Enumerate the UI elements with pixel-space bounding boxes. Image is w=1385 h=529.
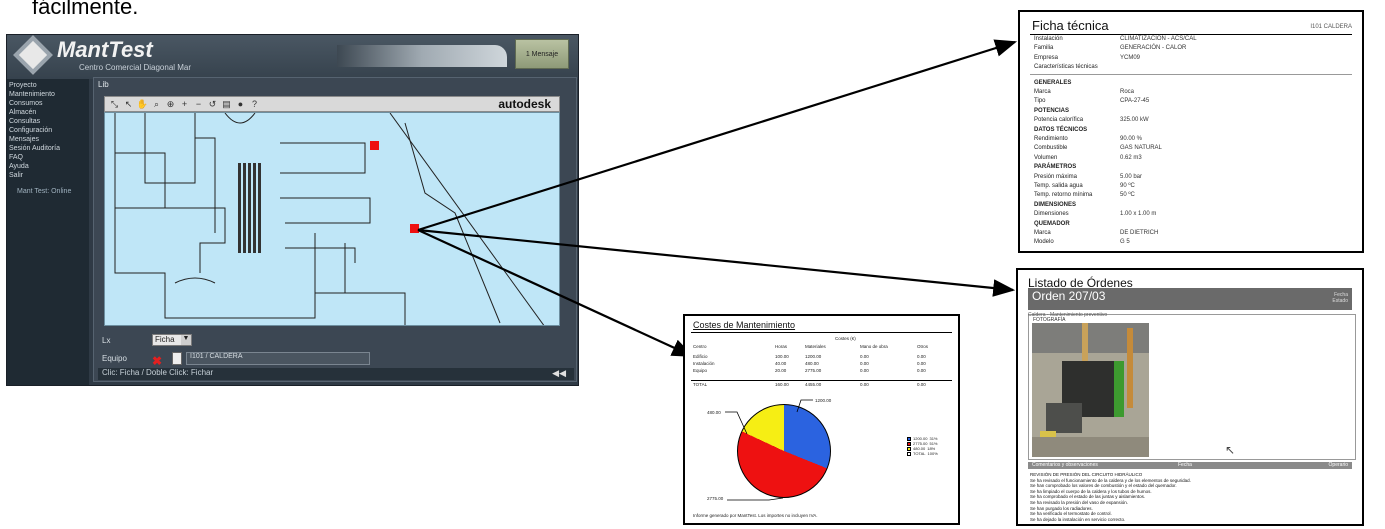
- note-line: REVISIÓN DE PRESIÓN DEL CIRCUITO HIDRÁUL…: [1030, 472, 1143, 477]
- ficha-row-label: Temp. salida agua: [1034, 183, 1083, 189]
- order-title: Orden 207/03: [1032, 289, 1106, 303]
- legend-swatch: [907, 451, 911, 456]
- notes-band: Comentarios y observaciones Fecha Operar…: [1028, 462, 1352, 469]
- ficha-row-label: DIMENSIONES: [1034, 201, 1077, 208]
- ficha-row-value: 50 ºC: [1120, 192, 1135, 199]
- arrow-to-ficha: [417, 39, 1018, 232]
- ficha-row-label: Marca: [1034, 89, 1051, 95]
- ficha-row-value: 90 ºC: [1120, 183, 1135, 189]
- ficha-rule-2: [1030, 74, 1352, 75]
- order-meta-2: Estado: [1332, 298, 1348, 304]
- note-line: Se han comprobado los valores de combust…: [1030, 483, 1177, 489]
- ficha-row-label: POTENCIAS: [1034, 107, 1070, 114]
- photo-box: FOTOGRAFÍA ↖: [1028, 314, 1356, 460]
- ficha-row-label: DATOS TÉCNICOS: [1034, 126, 1088, 133]
- note-line: Se ha limpiado el cuerpo de la caldera y…: [1030, 488, 1152, 494]
- note-line: Se ha comprobado el estado de las juntas…: [1030, 494, 1146, 500]
- arrow-to-costes: [417, 229, 694, 357]
- ficha-title: Ficha técnica: [1032, 18, 1109, 33]
- boiler-photo: [1032, 323, 1149, 457]
- pie-callouts: [725, 399, 813, 501]
- order-meta: Fecha Estado: [1332, 292, 1348, 304]
- legend-swatch: [907, 436, 911, 441]
- legend-swatch: [907, 446, 911, 451]
- ficha-row-label: Temp. retorno mínima: [1034, 192, 1093, 199]
- note-line: Se ha dejado la instalación en servicio …: [1030, 516, 1126, 522]
- ficha-row-label: Presión máxima: [1034, 173, 1078, 180]
- ficha-row-label: Combustible: [1034, 145, 1068, 152]
- ficha-row-value: GAS NATURAL: [1120, 145, 1162, 152]
- ficha-row-value: 5.00 bar: [1120, 173, 1143, 180]
- ficha-row-value: CPA-27-45: [1120, 98, 1150, 105]
- ficha-row-label: PARÁMETROS: [1034, 164, 1077, 171]
- ficha-rule: [1030, 34, 1352, 35]
- legend-entry: TOTAL 100%: [907, 451, 938, 456]
- note-line: Se ha revisado el funcionamiento de la c…: [1030, 477, 1191, 483]
- costes-footer: Informe generado por MantTest. Los impor…: [693, 513, 818, 518]
- ficha-row-label: Empresa: [1034, 54, 1059, 61]
- note-line: Se ha revisado la presión del vaso de ex…: [1030, 500, 1129, 505]
- ficha-row-label: Familia: [1034, 45, 1054, 52]
- ficha-row-value: DE DIETRICH: [1120, 230, 1159, 236]
- ficha-row-label: Volumen: [1034, 154, 1058, 161]
- ficha-tecnica-document: Ficha técnica I101 CALDERA Instalación CL…: [1018, 10, 1364, 253]
- pie-callout-2: 2775.00: [707, 496, 724, 501]
- pie-legend: 1200.00 31% 2775.00 51% 480.00 18% TOTAL 100%: [907, 436, 938, 456]
- ficha-row-value: 1.00 x 1.00 m: [1120, 211, 1157, 218]
- pie-callout-1: 1200.00: [815, 398, 832, 403]
- cursor-icon: ↖: [1225, 443, 1236, 457]
- ficha-row-label: Instalación: [1034, 36, 1063, 42]
- arrow-to-listado: [417, 228, 1016, 297]
- note-line: Se han purgado los radiadores.: [1030, 505, 1093, 511]
- ficha-row-value: GENERACIÓN - CALOR: [1120, 45, 1187, 52]
- ficha-row-value: 325.00 kW: [1120, 117, 1149, 124]
- note-line: Se ha verificado el termostato de contro…: [1030, 511, 1112, 517]
- listado-ordenes-document: Listado de Órdenes Orden 207/03 Fecha Es…: [1016, 268, 1364, 526]
- notes-label: Comentarios y observaciones: [1032, 462, 1098, 468]
- legend-swatch: [907, 441, 911, 446]
- ficha-row-label: Potencia calorífica: [1034, 117, 1084, 124]
- ficha-row-label: Marca: [1034, 230, 1051, 236]
- ficha-row-label: Rendimiento: [1034, 136, 1068, 142]
- ficha-row-value: 0.62 m3: [1120, 154, 1142, 161]
- ficha-row-label: Dimensiones: [1034, 211, 1069, 218]
- ficha-row-label: GENERALES: [1034, 79, 1072, 86]
- pie-callout-3: 480.00: [707, 410, 721, 415]
- order-band: Orden 207/03 Fecha Estado: [1028, 288, 1352, 310]
- notes-center: Fecha: [1178, 462, 1192, 468]
- legend-value: 100%: [927, 451, 938, 456]
- ficha-corner: I101 CALDERA: [1310, 24, 1352, 30]
- notes-right: Operario: [1328, 462, 1348, 468]
- ficha-row-value: CLIMATIZACIÓN - ACS/CAL: [1120, 36, 1197, 42]
- ficha-row-label: Modelo: [1034, 239, 1054, 246]
- ficha-row-value: Roca: [1120, 89, 1135, 95]
- ficha-row-label: Tipo: [1034, 98, 1046, 105]
- ficha-row-value: YCM09: [1120, 54, 1141, 61]
- ficha-row-label: Características técnicas: [1034, 64, 1098, 71]
- costes-document: Costes de Mantenimiento Costes (€) Centr…: [683, 314, 960, 525]
- ficha-row-value: 90.00 %: [1120, 136, 1143, 142]
- legend-label: TOTAL: [913, 451, 926, 456]
- ficha-row-label: QUEMADOR: [1034, 220, 1070, 227]
- order-subtitle: Caldera - Mantenimiento preventivo: [1028, 312, 1108, 318]
- ficha-row-value: G 5: [1120, 239, 1130, 246]
